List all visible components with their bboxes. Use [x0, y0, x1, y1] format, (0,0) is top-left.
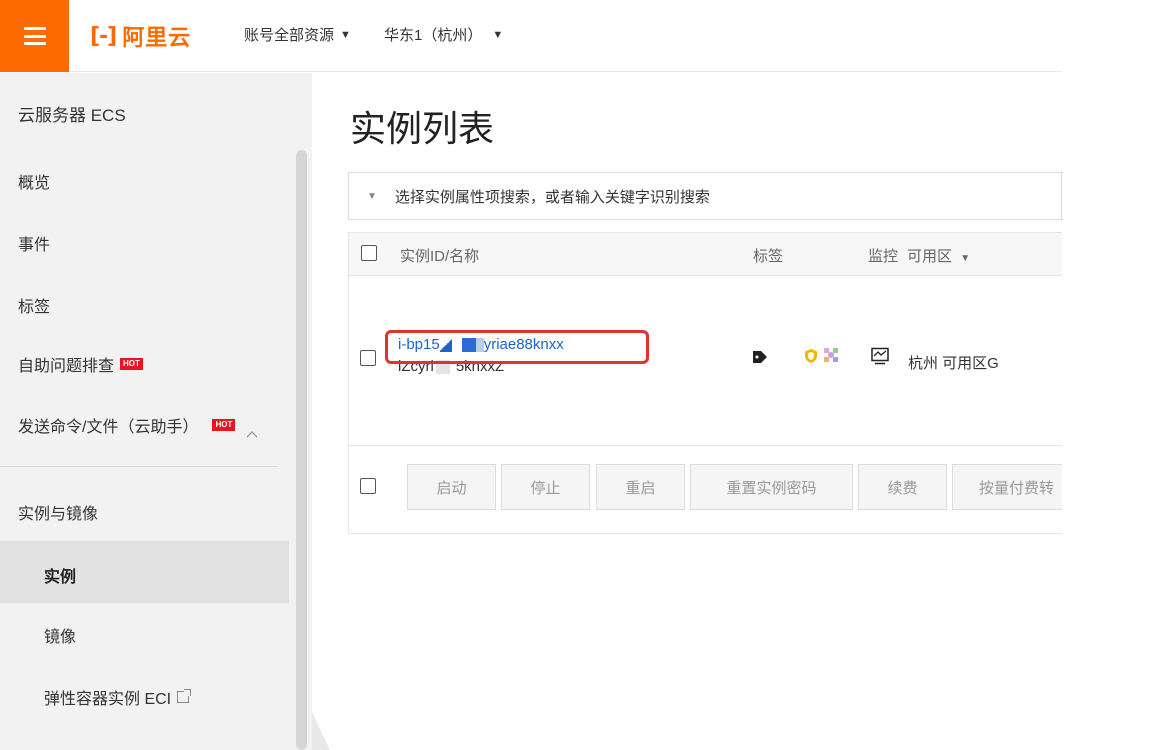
monitor-icon[interactable]	[870, 347, 890, 365]
top-navigation-bar: [-] 阿里云 账号全部资源 ▼ 华东1（杭州） ▼	[0, 0, 1062, 72]
start-button[interactable]: 启动	[407, 464, 496, 510]
sidebar-item-label: 自助问题排查	[18, 358, 115, 375]
hot-badge: HOT	[212, 419, 236, 431]
column-header-tags: 标签	[753, 248, 784, 265]
sidebar-scrollbar[interactable]	[296, 150, 307, 750]
sidebar-item-label: 事件	[18, 237, 51, 254]
highlight-annotation-box	[385, 330, 649, 364]
renew-button[interactable]: 续费	[858, 464, 947, 510]
select-all-checkbox[interactable]	[361, 245, 377, 261]
caret-down-icon: ▼	[492, 28, 504, 41]
sidebar-item-label: 概览	[18, 175, 51, 192]
sidebar-item-instances[interactable]: 实例	[44, 563, 76, 587]
sidebar-item-tags[interactable]: 标签	[18, 293, 50, 317]
sidebar-group-instances-images[interactable]: 实例与镜像	[18, 500, 98, 524]
viewport-clip	[1062, 72, 1166, 750]
select-all-footer-checkbox[interactable]	[360, 478, 376, 494]
column-header-zone[interactable]: 可用区 ▼	[907, 245, 970, 266]
account-resources-dropdown[interactable]: 账号全部资源 ▼	[244, 24, 351, 45]
sidebar-collapse-handle[interactable]	[312, 712, 330, 750]
sidebar-item-overview[interactable]: 概览	[18, 169, 50, 193]
aliyun-logo[interactable]: [-] 阿里云	[90, 22, 192, 51]
column-header-monitoring: 监控	[868, 248, 899, 265]
logo-text: 阿里云	[122, 25, 192, 50]
shield-icon[interactable]	[804, 348, 818, 364]
caret-down-icon: ▼	[340, 28, 351, 41]
row-checkbox[interactable]	[360, 350, 376, 366]
sidebar-group-label: 实例与镜像	[18, 506, 99, 523]
caret-down-icon: ▼	[960, 253, 971, 264]
hot-badge: HOT	[120, 358, 143, 370]
logo-mark: [-]	[90, 23, 117, 49]
sidebar-item-self-diagnosis[interactable]: 自助问题排查 HOT	[18, 352, 143, 376]
column-header-label: 可用区	[907, 248, 953, 265]
account-resources-label: 账号全部资源	[244, 27, 335, 44]
page-title: 实例列表	[350, 108, 495, 149]
region-label: 华东1（杭州）	[384, 27, 483, 44]
search-placeholder: 选择实例属性项搜索，或者输入关键字识别搜索	[394, 188, 710, 206]
column-header-instance-id: 实例ID/名称	[400, 248, 480, 265]
menu-button[interactable]	[0, 0, 69, 72]
sidebar-divider	[0, 466, 278, 467]
sidebar-item-label: 发送命令/文件（云助手）	[18, 419, 199, 436]
cog-icon[interactable]	[823, 347, 839, 363]
sidebar-item-images[interactable]: 镜像	[44, 623, 76, 647]
sidebar-item-eci[interactable]: 弹性容器实例 ECI	[44, 685, 192, 709]
restart-button[interactable]: 重启	[596, 464, 685, 510]
menu-icon	[23, 27, 46, 45]
stop-button[interactable]: 停止	[501, 464, 590, 510]
sidebar-item-cloud-assistant[interactable]: 发送命令/文件（云助手） HOT	[18, 413, 236, 437]
tag-icon[interactable]	[752, 350, 768, 364]
sidebar-title: 云服务器 ECS	[18, 106, 126, 125]
reset-password-button[interactable]: 重置实例密码	[690, 464, 853, 510]
sidebar-item-label: 弹性容器实例 ECI	[44, 691, 172, 708]
instance-search-bar[interactable]: ▼ 选择实例属性项搜索，或者输入关键字识别搜索	[348, 172, 1062, 220]
sidebar-item-label: 实例	[44, 569, 77, 586]
region-dropdown[interactable]: 华东1（杭州） ▼	[384, 24, 503, 45]
chevron-up-icon[interactable]	[246, 428, 258, 440]
instance-zone: 杭州 可用区G	[908, 355, 999, 372]
sidebar: 云服务器 ECS 概览 事件 标签 自助问题排查 HOT 发送命令/文件（云助手…	[0, 73, 312, 750]
sidebar-item-events[interactable]: 事件	[18, 231, 50, 255]
external-link-icon	[177, 689, 192, 703]
sidebar-item-label: 镜像	[44, 629, 77, 646]
caret-down-icon[interactable]: ▼	[367, 191, 377, 202]
sidebar-item-label: 标签	[18, 299, 51, 316]
table-header: 实例ID/名称 标签 监控 可用区 ▼	[348, 232, 1062, 276]
